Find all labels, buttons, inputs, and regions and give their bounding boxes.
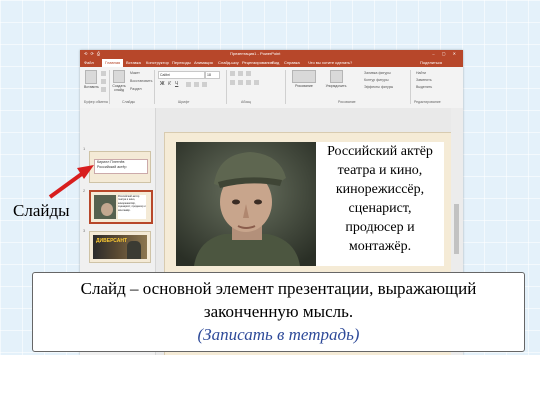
underline-button[interactable]: Ч xyxy=(175,81,178,87)
thumbnail-photo xyxy=(94,195,116,219)
tab-help[interactable]: Справка xyxy=(284,59,300,67)
slide-text-line: продюсер и xyxy=(345,220,415,235)
indent-icon[interactable] xyxy=(246,71,251,76)
strike-icon[interactable] xyxy=(186,82,191,87)
slide-number: 2 xyxy=(83,188,86,193)
arrange-label: Упорядочить xyxy=(325,84,347,88)
ribbon-tabs: Файл Главная Вставка Конструктор Переход… xyxy=(80,58,463,67)
section-button[interactable]: Раздел xyxy=(130,87,142,91)
thumbnail-face xyxy=(101,203,113,216)
divider xyxy=(285,70,286,104)
align-left-icon[interactable] xyxy=(230,80,235,85)
slide-thumbnail-3[interactable]: ДИВЕРСАНТ xyxy=(89,231,151,263)
tab-home[interactable]: Главная xyxy=(102,59,124,67)
definition-line-1: Слайд – основной элемент презентации, вы… xyxy=(80,279,477,298)
font-name-select[interactable]: Calibri xyxy=(158,71,205,79)
thumbnail-title-box: Кирилл Плетнёв Российский актёр xyxy=(94,159,148,174)
align-center-icon[interactable] xyxy=(238,80,243,85)
thumbnail-text: Российский актёр театра и кино, кинорежи… xyxy=(118,195,146,219)
divider xyxy=(109,70,110,104)
tab-file[interactable]: Файл xyxy=(84,59,94,67)
paste-button[interactable]: Вставить xyxy=(84,70,99,89)
drawing-button[interactable]: Рисование xyxy=(290,70,318,88)
scrollbar-thumb[interactable] xyxy=(454,204,459,254)
slide-text-box[interactable]: Российский актёр театра и кино, кинорежи… xyxy=(316,142,444,266)
definition-box: Слайд – основной элемент презентации, вы… xyxy=(32,272,525,352)
paste-icon xyxy=(85,70,97,84)
bullets-icon[interactable] xyxy=(230,71,235,76)
slide-text-line: монтажёр. xyxy=(348,239,412,254)
window-controls[interactable]: ‒ ▢ ✕ xyxy=(432,50,459,58)
align-right-icon[interactable] xyxy=(246,80,251,85)
slide-number: 3 xyxy=(83,228,86,233)
group-slides-label: Слайды xyxy=(122,100,136,104)
shadow-icon[interactable] xyxy=(202,82,207,87)
tab-view[interactable]: Вид xyxy=(272,59,279,67)
replace-button[interactable]: Заменить xyxy=(416,78,432,82)
definition-instruction: (Записать в тетрадь) xyxy=(197,325,360,344)
title-bar: ⟲ ⟳ ⎙ Презентация1 - PowerPoint ‒ ▢ ✕ xyxy=(80,50,463,58)
justify-icon[interactable] xyxy=(254,80,259,85)
drawing-label: Рисование xyxy=(295,84,313,88)
search-hint[interactable]: Что вы хотите сделать? xyxy=(308,59,352,67)
share-button[interactable]: Поделиться xyxy=(420,59,442,67)
bold-button[interactable]: Ж xyxy=(160,81,165,87)
bottom-band xyxy=(0,355,540,405)
arrange-button[interactable]: Упорядочить xyxy=(322,70,350,88)
actor-photo[interactable] xyxy=(176,142,316,266)
divider xyxy=(410,70,411,104)
reset-button[interactable]: Восстановить xyxy=(130,79,152,83)
slide-thumbnail-2[interactable]: Российский актёр театра и кино, кинорежи… xyxy=(89,190,153,224)
tab-slideshow[interactable]: Слайд-шоу xyxy=(218,59,239,67)
quick-access-toolbar[interactable]: ⟲ ⟳ ⎙ xyxy=(84,50,101,58)
group-font-label: Шрифт xyxy=(178,100,190,104)
font-color-icon[interactable] xyxy=(194,82,199,87)
divider xyxy=(154,70,155,104)
new-slide-button[interactable]: Создать слайд xyxy=(111,70,127,92)
find-button[interactable]: Найти xyxy=(416,71,426,75)
slide-text-line: кинорежиссёр, xyxy=(335,182,425,197)
shape-effects-button[interactable]: Эффекты фигуры xyxy=(364,85,393,89)
window-title: Презентация1 - PowerPoint xyxy=(230,51,281,56)
copy-icon[interactable] xyxy=(101,79,106,84)
slide-text-line: сценарист, xyxy=(348,201,412,216)
thumbnail-figure xyxy=(127,241,141,259)
italic-button[interactable]: К xyxy=(168,81,171,87)
slides-callout-label: Слайды xyxy=(13,201,70,220)
layout-button[interactable]: Макет xyxy=(130,71,140,75)
font-size-select[interactable]: 18 xyxy=(205,71,220,79)
paste-label: Вставить xyxy=(84,85,99,89)
definition-line-2: законченную мысль. xyxy=(203,302,354,321)
new-slide-icon xyxy=(113,70,125,83)
slide-thumbnail-1[interactable]: Кирилл Плетнёв Российский актёр xyxy=(89,151,151,183)
tab-animations[interactable]: Анимация xyxy=(194,59,213,67)
group-clipboard-label: Буфер обмена xyxy=(84,100,108,104)
arrange-icon xyxy=(329,70,343,83)
tab-design[interactable]: Конструктор xyxy=(146,59,169,67)
slide-number: 1 xyxy=(83,146,86,151)
tab-insert[interactable]: Вставка xyxy=(126,59,141,67)
slide-text-line: Российский актёр xyxy=(327,144,433,159)
divider xyxy=(226,70,227,104)
tab-transitions[interactable]: Переходы xyxy=(172,59,191,67)
format-painter-icon[interactable] xyxy=(101,87,106,92)
group-editing-label: Редактирование xyxy=(414,100,441,104)
ribbon: Вставить Буфер обмена Создать слайд Маке… xyxy=(80,67,463,109)
numbering-icon[interactable] xyxy=(238,71,243,76)
soldier-portrait xyxy=(176,142,316,266)
tab-review[interactable]: Рецензирование xyxy=(242,59,273,67)
group-drawing-label: Рисование xyxy=(338,100,356,104)
shapes-icon xyxy=(292,70,316,83)
cut-icon[interactable] xyxy=(101,71,106,76)
thumbnail-subtitle: Российский актёр xyxy=(97,165,127,169)
shape-outline-button[interactable]: Контур фигуры xyxy=(364,78,388,82)
slide-text-line: театра и кино, xyxy=(337,163,423,178)
new-slide-label: Создать слайд xyxy=(112,84,126,92)
group-paragraph-label: Абзац xyxy=(241,100,251,104)
shape-fill-button[interactable]: Заливка фигуры xyxy=(364,71,391,75)
select-button[interactable]: Выделить xyxy=(416,85,432,89)
thumbnail-poster-title: ДИВЕРСАНТ xyxy=(96,238,128,244)
